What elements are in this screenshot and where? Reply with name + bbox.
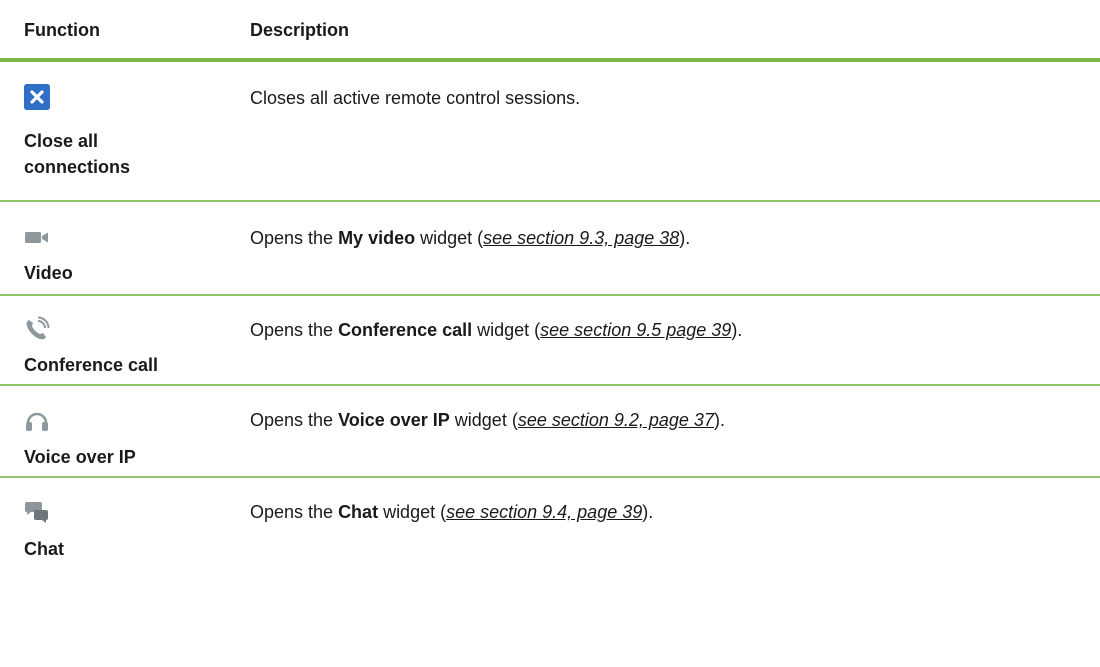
header-description: Description bbox=[250, 20, 350, 40]
headset-icon[interactable] bbox=[24, 408, 50, 434]
table-row-chat: Chat Opens the Chat widget (see section … bbox=[0, 478, 1100, 667]
description-video: Opens the My video widget (see section 9… bbox=[250, 228, 691, 248]
section-link-chat[interactable]: see section 9.4, page 39 bbox=[446, 502, 642, 522]
phone-call-icon[interactable] bbox=[24, 316, 50, 342]
function-name-video: Video bbox=[24, 263, 73, 283]
header-function: Function bbox=[24, 20, 100, 40]
function-name-chat: Chat bbox=[24, 539, 64, 559]
close-x-icon[interactable] bbox=[24, 84, 50, 110]
table-header: Function Description bbox=[0, 0, 1100, 62]
table-row-close-all: Close all connections Closes all active … bbox=[0, 62, 1100, 202]
function-table: Function Description Close all connectio… bbox=[0, 0, 1100, 667]
table-row-conference-call: Conference call Opens the Conference cal… bbox=[0, 296, 1100, 386]
function-name-conference-call: Conference call bbox=[24, 355, 159, 375]
section-link-video[interactable]: see section 9.3, page 38 bbox=[483, 228, 679, 248]
section-link-conference-call[interactable]: see section 9.5 page 39 bbox=[540, 320, 731, 340]
function-name-voice-over-ip: Voice over IP bbox=[24, 447, 136, 467]
video-camera-icon[interactable] bbox=[24, 224, 50, 250]
table-row-video: Video Opens the My video widget (see sec… bbox=[0, 202, 1100, 296]
chat-bubbles-icon[interactable] bbox=[24, 498, 50, 524]
table-row-voice-over-ip: Voice over IP Opens the Voice over IP wi… bbox=[0, 386, 1100, 478]
description-voice-over-ip: Opens the Voice over IP widget (see sect… bbox=[250, 410, 725, 430]
section-link-voice-over-ip[interactable]: see section 9.2, page 37 bbox=[518, 410, 714, 430]
description-close-all: Closes all active remote control session… bbox=[250, 88, 581, 108]
function-name-close-all: Close all connections bbox=[24, 131, 131, 177]
description-conference-call: Opens the Conference call widget (see se… bbox=[250, 320, 743, 340]
description-chat: Opens the Chat widget (see section 9.4, … bbox=[250, 502, 654, 522]
